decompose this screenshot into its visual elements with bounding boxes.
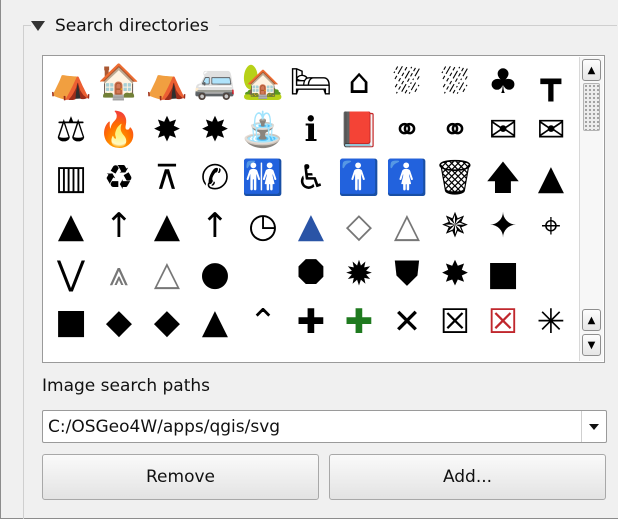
bed-and-breakfast-icon[interactable]: 🏠 (95, 58, 143, 106)
hotel-bed-icon[interactable]: 🛏 (287, 58, 335, 106)
arrow-up-icon: ▲ (587, 314, 596, 326)
north-arrow-3-icon[interactable]: ↑ (95, 202, 143, 250)
north-arrow-blue-icon[interactable]: ▲ (287, 202, 335, 250)
search-path-value: C:/OSGeo4W/apps/qgis/svg (48, 416, 281, 437)
x-box-red-icon[interactable]: ☒ (479, 298, 527, 346)
chalet-icon[interactable]: 🏡 (239, 58, 287, 106)
blank-icon[interactable] (239, 250, 287, 298)
hiker-shelter-icon[interactable]: ⛺ (47, 58, 95, 106)
house-icon[interactable]: ⌂ (335, 58, 383, 106)
scroll-thumb[interactable] (583, 83, 600, 131)
information-icon[interactable]: ℹ (287, 106, 335, 154)
north-circle-icon[interactable]: ◷ (239, 202, 287, 250)
prison-icon[interactable]: ▥ (47, 154, 95, 202)
north-arrow-icon[interactable]: ▲ (527, 154, 575, 202)
surveyor-tripod-icon[interactable]: ⊼ (143, 154, 191, 202)
triangle-down-icon[interactable] (31, 21, 45, 31)
telephone-icon[interactable]: ✆ (191, 154, 239, 202)
post-office-icon[interactable]: ✉ (527, 106, 575, 154)
north-arrow-hollow-icon[interactable]: △ (143, 250, 191, 298)
octagon-icon[interactable]: ⯃ (287, 250, 335, 298)
svg-selector-panel: Search directories ⛺ 🏠 ⛺ 🚐 🏡 🛏 ⌂ ⛆ ⛆ ♣ ┳ ⚖ 🔥 ✸ ✸ ⛲ ℹ 📕 ⚭ ⚭ ✉… (0, 0, 618, 519)
shelter-rain-icon[interactable]: ⛆ (383, 58, 431, 106)
triangle-icon[interactable]: ▲ (191, 298, 239, 346)
tent-icon[interactable]: ⛺ (143, 58, 191, 106)
compass-needle-icon[interactable]: ◇ (335, 202, 383, 250)
circle-icon[interactable]: ● (191, 250, 239, 298)
compass-cross-icon[interactable]: ⌖ (527, 202, 575, 250)
toilets-icon[interactable]: 🚻 (239, 154, 287, 202)
female-wc-icon[interactable]: 🚺 (383, 154, 431, 202)
x-cross-icon[interactable]: ✕ (383, 298, 431, 346)
dropdown-button[interactable] (581, 411, 606, 442)
fire-icon[interactable]: 🔥 (95, 106, 143, 154)
fire-station-icon[interactable]: ✸ (143, 106, 191, 154)
chevron-line-icon[interactable]: ⌃ (239, 298, 287, 346)
image-search-paths-label: Image search paths (42, 376, 211, 396)
fountain-icon[interactable]: ⛲ (239, 106, 287, 154)
police-handcuffs-icon[interactable]: ⚭ (431, 106, 479, 154)
arrow-up-icon: ▲ (587, 64, 596, 76)
tree-house-icon[interactable]: ♣ (479, 58, 527, 106)
male-wc-icon[interactable]: 🚹 (335, 154, 383, 202)
wheelchair-wc-icon[interactable]: ♿ (287, 154, 335, 202)
caravan-icon[interactable]: 🚐 (191, 58, 239, 106)
arrow-down-icon: ▼ (587, 339, 596, 351)
north-arrow-4-icon[interactable]: ▲ (143, 202, 191, 250)
shield-icon[interactable]: ⛊ (383, 250, 431, 298)
library-book-icon[interactable]: 📕 (335, 106, 383, 154)
search-directories-header[interactable]: Search directories (31, 12, 219, 40)
vertical-scrollbar[interactable]: ▲ ▲ ▼ (579, 57, 603, 361)
svg-icon-list[interactable]: ⛺ 🏠 ⛺ 🚐 🏡 🛏 ⌂ ⛆ ⛆ ♣ ┳ ⚖ 🔥 ✸ ✸ ⛲ ℹ 📕 ⚭ ⚭ ✉ ✉ ▥ ♻ ⊼ ✆ 🚻 ♿ 🚹 🚺 🗑 🡅 ▲ ▲ ↑ ▲ ↑ ◷ ▲ ◇… (42, 55, 605, 363)
waste-basket-icon[interactable]: 🗑 (431, 154, 479, 202)
star-burst-icon[interactable]: ✸ (431, 250, 479, 298)
post-box-icon[interactable]: ✉ (479, 106, 527, 154)
compass-rose-icon[interactable]: ✵ (431, 202, 479, 250)
cross-dot-icon[interactable]: ✚ (287, 298, 335, 346)
cable-line-icon[interactable]: ⋁ (47, 250, 95, 298)
cross-green-dot-icon[interactable]: ✚ (335, 298, 383, 346)
picnic-table-icon[interactable]: ┳ (527, 58, 575, 106)
diamond-2-icon[interactable]: ◆ (143, 298, 191, 346)
icon-grid: ⛺ 🏠 ⛺ 🚐 🏡 🛏 ⌂ ⛆ ⛆ ♣ ┳ ⚖ 🔥 ✸ ✸ ⛲ ℹ 📕 ⚭ ⚭ ✉ ✉ ▥ ♻ ⊼ ✆ 🚻 ♿ 🚹 🚺 🗑 🡅 ▲ ▲ ↑ ▲ ↑ ◷ ▲ ◇… (43, 56, 575, 362)
asterisk-icon[interactable]: ✳ (527, 298, 575, 346)
scroll-up-button[interactable]: ▲ (582, 59, 601, 81)
north-arrow-6-icon[interactable]: △ (383, 202, 431, 250)
rounded-square-icon[interactable]: ■ (47, 298, 95, 346)
compass-star-icon[interactable]: ✦ (479, 202, 527, 250)
group-title: Search directories (55, 16, 209, 36)
recycling-icon[interactable]: ♻ (95, 154, 143, 202)
scroll-down-button[interactable]: ▼ (582, 334, 601, 356)
north-arrow-2-icon[interactable]: ▲ (47, 202, 95, 250)
north-arrow-triangle-icon[interactable]: ⩓ (95, 250, 143, 298)
handcuffs-icon[interactable]: ⚭ (383, 106, 431, 154)
diamond-icon[interactable]: ◆ (95, 298, 143, 346)
chevron-down-icon (589, 423, 599, 430)
x-box-icon[interactable]: ☒ (431, 298, 479, 346)
remove-button[interactable]: Remove (42, 454, 319, 500)
scroll-up-button-lower[interactable]: ▲ (582, 309, 601, 331)
gear-shape-icon[interactable]: ✹ (335, 250, 383, 298)
justice-scales-icon[interactable]: ⚖ (47, 106, 95, 154)
blank-2-icon[interactable] (527, 250, 575, 298)
add-button[interactable]: Add... (329, 454, 606, 500)
square-icon[interactable]: ■ (479, 250, 527, 298)
shelter-rain-2-icon[interactable]: ⛆ (431, 58, 479, 106)
north-arrow-5-icon[interactable]: ↑ (191, 202, 239, 250)
arrow-up-icon[interactable]: 🡅 (479, 154, 527, 202)
fire-station-2-icon[interactable]: ✸ (191, 106, 239, 154)
search-path-combobox[interactable]: C:/OSGeo4W/apps/qgis/svg (42, 410, 607, 443)
